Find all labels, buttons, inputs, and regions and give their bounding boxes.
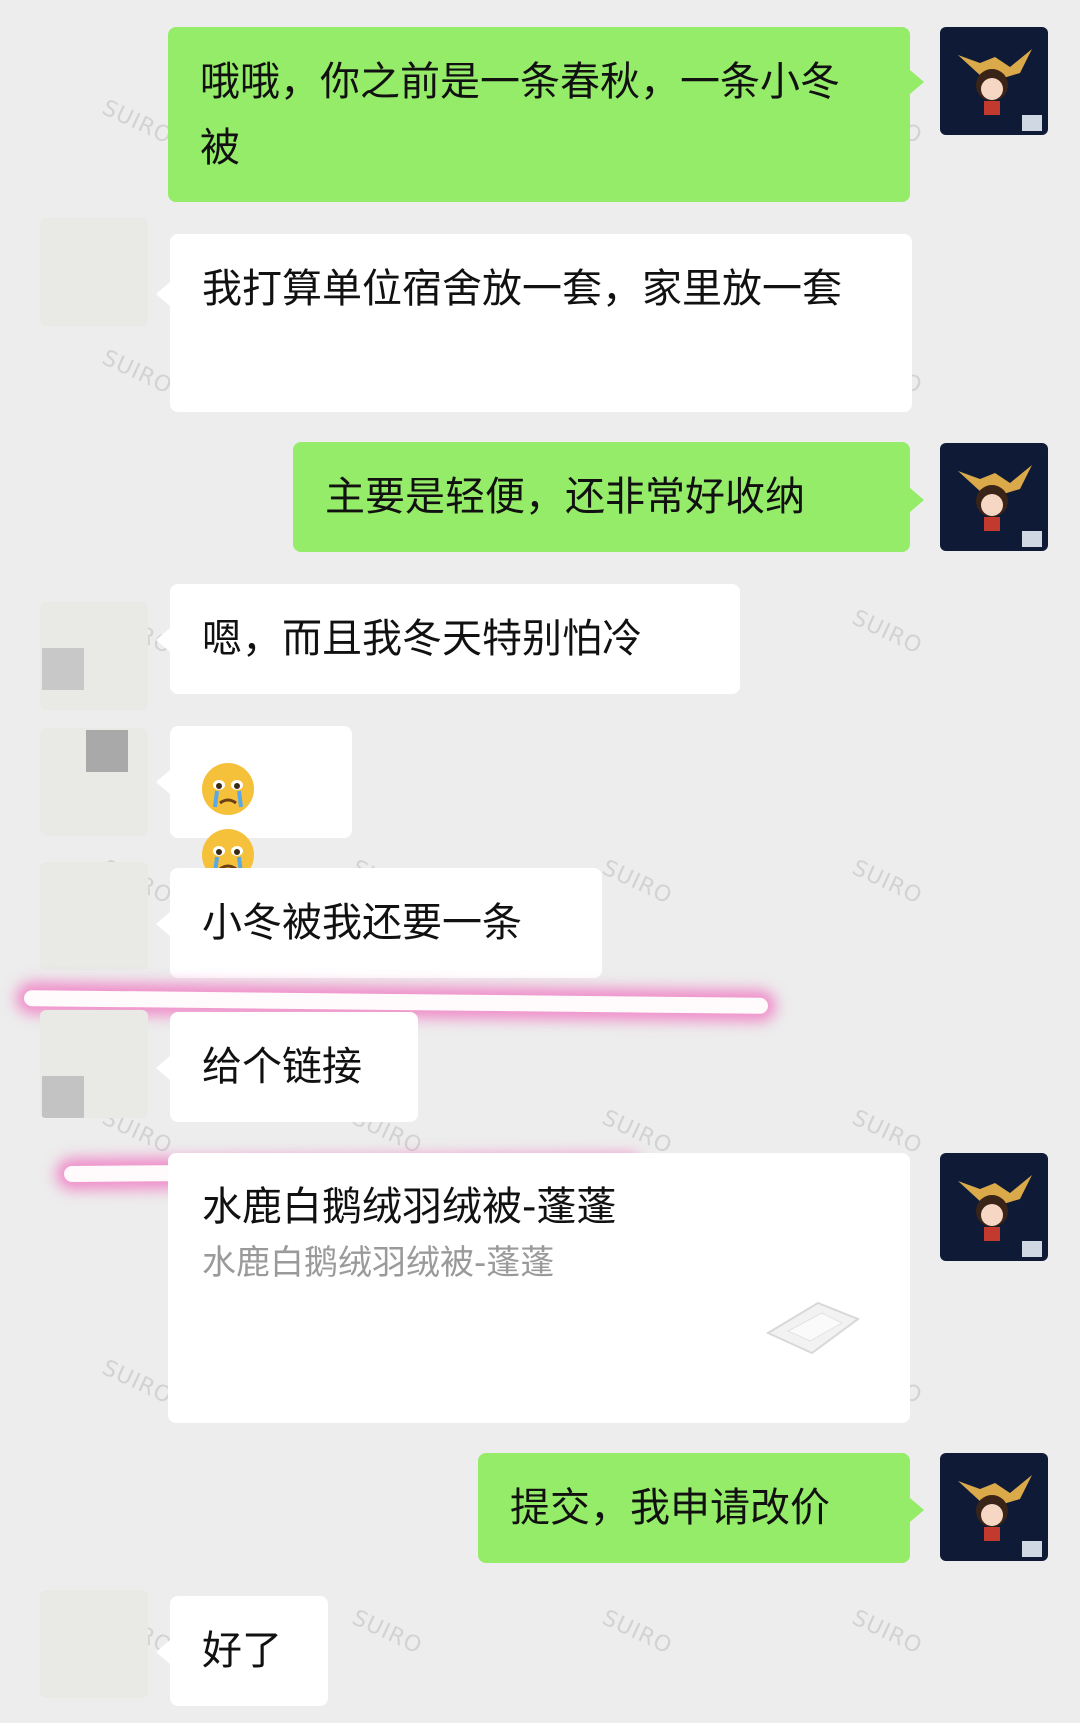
watermark: SUIRO xyxy=(348,1605,426,1660)
watermark: SUIRO xyxy=(848,1105,926,1160)
message-text: 哦哦，你之前是一条春秋，一条小冬被 xyxy=(200,59,840,171)
link-card-subtitle: 水鹿白鹅绒羽绒被-蓬蓬 xyxy=(202,1243,555,1283)
crying-face-icon xyxy=(202,763,254,815)
watermark: SUIRO xyxy=(848,605,926,660)
message-bubble[interactable]: 主要是轻便，还非常好收纳 xyxy=(293,442,910,552)
message-text: 主要是轻便，还非常好收纳 xyxy=(325,474,805,520)
bubble-tail xyxy=(156,770,170,794)
message-bubble[interactable]: 嗯，而且我冬天特别怕冷 xyxy=(170,584,740,694)
message-bubble[interactable]: 小冬被我还要一条 xyxy=(170,868,602,978)
avatar[interactable] xyxy=(940,443,1048,551)
chat-area: SUIRO SUIRO SUIRO SUIRO SUIRO SUIRO SUIR… xyxy=(0,0,1080,1723)
link-card[interactable]: 水鹿白鹅绒羽绒被-蓬蓬 水鹿白鹅绒羽绒被-蓬蓬 xyxy=(168,1153,910,1423)
bubble-tail xyxy=(910,70,924,94)
message-bubble[interactable] xyxy=(170,726,352,881)
bubble-tail xyxy=(156,628,170,652)
avatar[interactable] xyxy=(40,602,148,710)
watermark: SUIRO xyxy=(598,1105,676,1160)
avatar[interactable] xyxy=(940,1153,1048,1261)
avatar[interactable] xyxy=(940,1453,1048,1561)
watermark: SUIRO xyxy=(98,345,176,400)
avatar[interactable] xyxy=(940,27,1048,135)
message-bubble[interactable]: 我打算单位宿舍放一套，家里放一套 xyxy=(170,234,912,412)
avatar[interactable] xyxy=(40,1590,148,1698)
message-bubble[interactable]: 提交，我申请改价 xyxy=(478,1453,910,1563)
message-text: 好了 xyxy=(202,1628,282,1674)
bubble-tail xyxy=(910,488,924,512)
watermark: SUIRO xyxy=(848,855,926,910)
bubble-tail xyxy=(156,1056,170,1080)
link-card-title: 水鹿白鹅绒羽绒被-蓬蓬 xyxy=(202,1184,617,1230)
message-text: 嗯，而且我冬天特别怕冷 xyxy=(202,616,642,662)
watermark: SUIRO xyxy=(98,1355,176,1410)
bubble-tail xyxy=(156,912,170,936)
bubble-tail xyxy=(156,1640,170,1664)
watermark: SUIRO xyxy=(98,95,176,150)
message-text: 小冬被我还要一条 xyxy=(202,900,522,946)
message-text: 我打算单位宿舍放一套，家里放一套 xyxy=(202,266,842,312)
message-bubble[interactable]: 给个链接 xyxy=(170,1012,418,1122)
avatar[interactable] xyxy=(40,218,148,326)
bubble-tail xyxy=(910,1498,924,1522)
message-bubble[interactable]: 好了 xyxy=(170,1596,328,1706)
avatar[interactable] xyxy=(40,1010,148,1118)
message-text: 提交，我申请改价 xyxy=(510,1485,830,1531)
message-bubble[interactable]: 哦哦，你之前是一条春秋，一条小冬被 xyxy=(168,27,910,202)
product-thumbnail xyxy=(765,1301,861,1355)
message-text: 给个链接 xyxy=(202,1044,362,1090)
avatar[interactable] xyxy=(40,862,148,970)
watermark: SUIRO xyxy=(848,1605,926,1660)
watermark: SUIRO xyxy=(598,1605,676,1660)
bubble-tail xyxy=(156,282,170,306)
watermark: SUIRO xyxy=(598,855,676,910)
avatar[interactable] xyxy=(40,728,148,836)
